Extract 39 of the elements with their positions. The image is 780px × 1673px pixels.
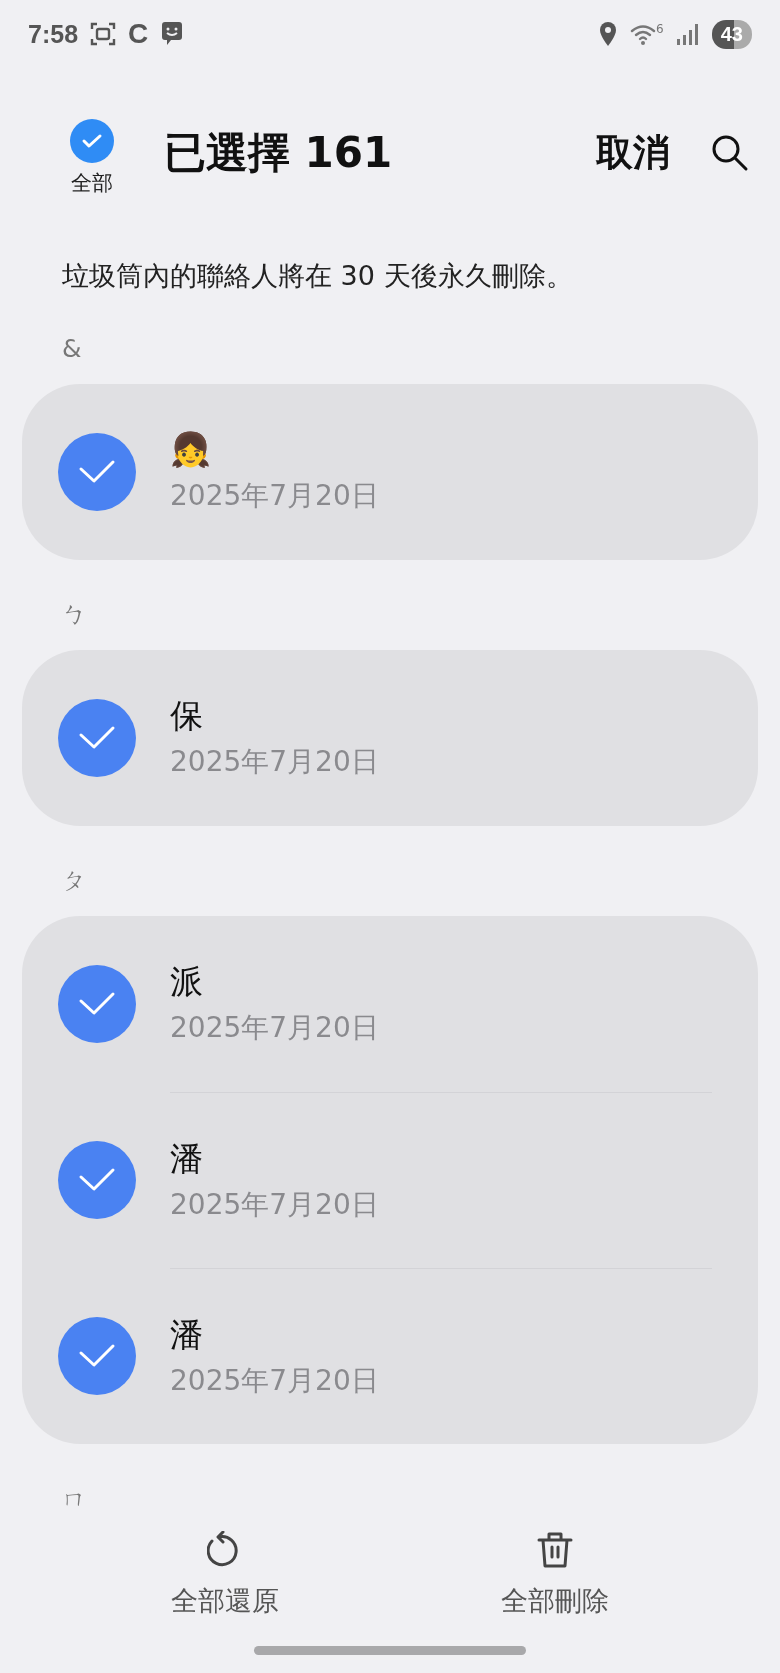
check-icon bbox=[78, 725, 116, 751]
delete-all-button[interactable]: 全部刪除 bbox=[501, 1531, 609, 1619]
select-all-label: 全部 bbox=[71, 170, 113, 197]
check-icon bbox=[78, 1343, 116, 1369]
check-icon bbox=[78, 1167, 116, 1193]
chat-bubble-icon bbox=[160, 21, 185, 47]
clock: 7:58 bbox=[28, 19, 79, 49]
section-header: ㄆ bbox=[61, 865, 88, 897]
contact-date: 2025年7月20日 bbox=[170, 1186, 380, 1223]
battery-icon: 43 bbox=[711, 19, 752, 49]
search-icon bbox=[710, 133, 750, 173]
contact-date: 2025年7月20日 bbox=[170, 478, 380, 514]
restore-all-button[interactable]: 全部還原 bbox=[171, 1531, 279, 1619]
contact-name: 派 bbox=[170, 961, 204, 1003]
contact-date: 2025年7月20日 bbox=[170, 744, 380, 780]
section-header: ㄇ bbox=[61, 1483, 88, 1510]
section-header: ㄅ bbox=[61, 599, 88, 631]
screenshot-icon bbox=[90, 21, 117, 47]
contact-name: 潘 bbox=[170, 1137, 204, 1180]
contact-date: 2025年7月20日 bbox=[170, 1010, 380, 1046]
contact-name: 👧 bbox=[170, 429, 212, 471]
contact-name: 潘 bbox=[170, 1313, 204, 1356]
cancel-button[interactable]: 取消 bbox=[596, 128, 670, 178]
check-icon bbox=[78, 459, 116, 485]
search-button[interactable] bbox=[710, 133, 750, 173]
check-icon bbox=[81, 133, 103, 149]
page-title: 已選擇 161 bbox=[164, 127, 394, 179]
location-icon bbox=[598, 21, 619, 47]
check-icon bbox=[78, 991, 116, 1017]
contact-name: 保 bbox=[170, 695, 204, 737]
signal-icon bbox=[675, 23, 700, 45]
contact-date: 2025年7月20日 bbox=[170, 1362, 380, 1399]
select-all-checkbox[interactable] bbox=[70, 119, 114, 163]
app-letter-icon: C bbox=[128, 18, 149, 50]
section-header: & bbox=[61, 333, 83, 365]
notice-text: 垃圾筒內的聯絡人將在 30 天後永久刪除。 bbox=[61, 259, 574, 293]
wifi-label: 6 bbox=[656, 23, 664, 35]
trash-icon bbox=[537, 1531, 573, 1569]
wifi-icon bbox=[630, 23, 657, 45]
